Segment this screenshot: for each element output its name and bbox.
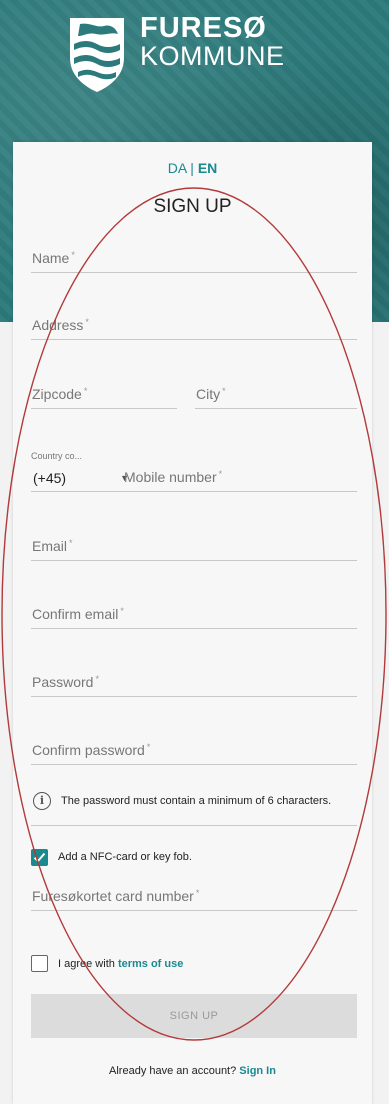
brand-line-1: FURESØ xyxy=(140,12,267,44)
sign-in-prompt: Already have an account? Sign In xyxy=(109,1065,276,1077)
password-field[interactable]: Password * xyxy=(31,667,357,697)
password-label: Password * xyxy=(32,674,99,690)
email-field[interactable]: Email * xyxy=(31,531,357,561)
mobile-number-label: Mobile number * xyxy=(124,469,223,485)
terms-label: I agree with terms of use xyxy=(58,958,184,970)
kommune-crest-icon xyxy=(70,18,124,92)
address-label: Address * xyxy=(32,317,89,333)
card-number-field[interactable]: Furesøkortet card number * xyxy=(31,881,357,911)
signup-card: DA | EN SIGN UP Name * Address * Zipcode * … xyxy=(13,142,372,1104)
email-label: Email * xyxy=(32,538,73,554)
terms-of-use-link[interactable]: terms of use xyxy=(118,958,183,970)
sign-in-link[interactable]: Sign In xyxy=(239,1065,276,1077)
confirm-password-label: Confirm password * xyxy=(32,742,151,758)
brand-line-2: KOMMUNE xyxy=(140,41,285,71)
logo: FURESØ KOMMUNE xyxy=(66,14,326,98)
password-hint: i The password must contain a minimum of… xyxy=(31,792,357,826)
lang-en-link[interactable]: EN xyxy=(198,160,217,176)
lang-da-link[interactable]: DA xyxy=(168,160,187,176)
country-code-value: (+45) xyxy=(33,470,67,486)
zipcode-field[interactable]: Zipcode * xyxy=(31,379,177,409)
page-title: SIGN UP xyxy=(153,196,232,217)
confirm-password-field[interactable]: Confirm password * xyxy=(31,735,357,765)
mobile-number-field[interactable]: Mobile number * xyxy=(123,462,357,492)
name-label: Name * xyxy=(32,250,75,266)
checkmark-icon xyxy=(33,852,46,863)
nfc-label: Add a NFC-card or key fob. xyxy=(58,851,192,863)
city-field[interactable]: City * xyxy=(195,379,357,409)
name-field[interactable]: Name * xyxy=(31,243,357,273)
confirm-email-field[interactable]: Confirm email * xyxy=(31,599,357,629)
brand-name: FURESØ KOMMUNE xyxy=(140,12,285,71)
city-label: City * xyxy=(196,386,226,402)
lang-separator: | xyxy=(190,160,194,176)
card-number-label: Furesøkortet card number * xyxy=(32,888,200,904)
nfc-checkbox[interactable] xyxy=(31,849,48,866)
info-icon: i xyxy=(33,792,51,810)
language-switcher: DA | EN xyxy=(13,160,372,176)
country-code-select[interactable]: (+45) ▼ xyxy=(31,464,133,492)
confirm-email-label: Confirm email * xyxy=(32,606,124,622)
zipcode-label: Zipcode * xyxy=(32,386,88,402)
sign-up-button[interactable]: SIGN UP xyxy=(31,994,357,1038)
country-code-label: Country co... xyxy=(31,451,83,461)
password-hint-text: The password must contain a minimum of 6… xyxy=(61,795,332,807)
terms-checkbox[interactable] xyxy=(31,955,48,972)
address-field[interactable]: Address * xyxy=(31,310,357,340)
